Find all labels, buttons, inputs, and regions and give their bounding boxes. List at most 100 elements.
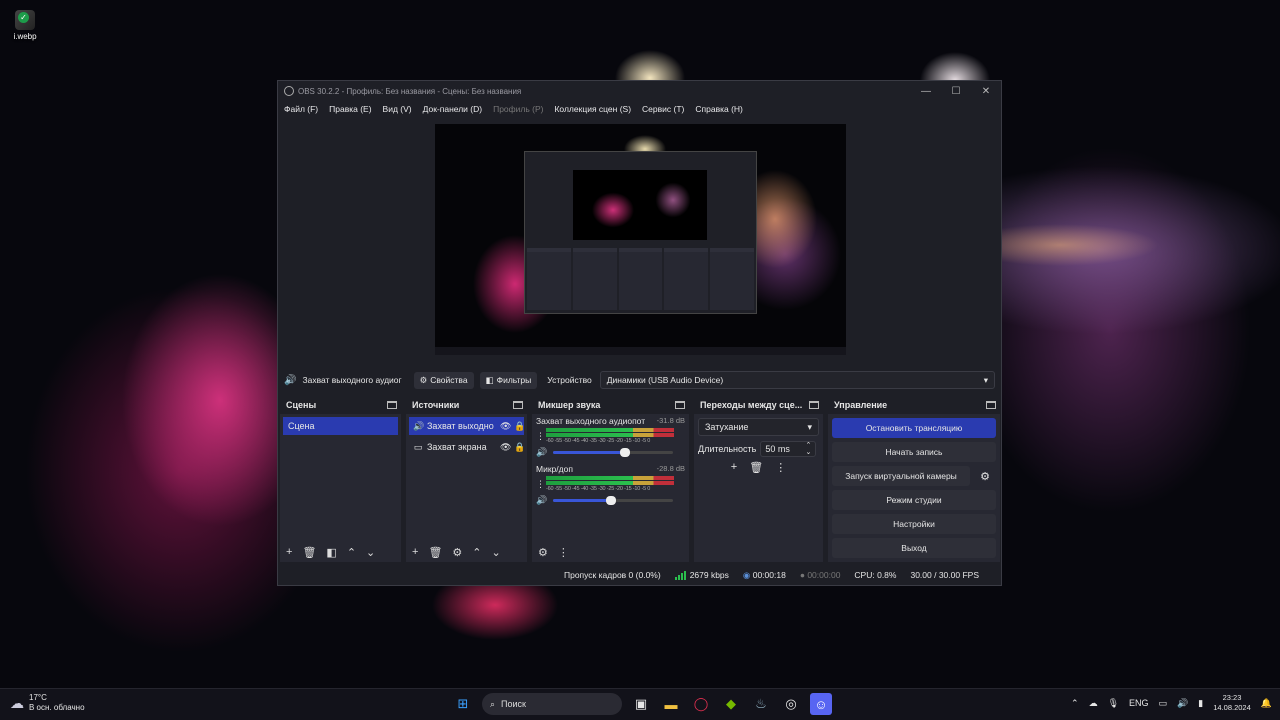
onedrive-icon[interactable]: ☁ <box>1089 698 1098 709</box>
source-item[interactable]: ▭ Захват экрана 👁 🔒 <box>409 438 525 456</box>
stream-time: 00:00:18 <box>752 569 786 580</box>
gear-icon[interactable]: ⚙ <box>538 546 548 559</box>
undock-icon[interactable] <box>809 401 819 409</box>
start-menu-icon[interactable]: ⊞ <box>452 693 474 715</box>
transitions-dock: Переходы между сце... Затухание ▾ Длител… <box>694 396 823 562</box>
desktop-file-icon[interactable]: i.webp <box>8 10 42 41</box>
trash-icon[interactable]: 🗑 <box>428 546 442 559</box>
speaker-icon[interactable]: 🔊 <box>536 447 547 458</box>
bitrate-value: 2679 kbps <box>689 569 729 580</box>
nvidia-icon[interactable]: ◆ <box>720 693 742 715</box>
settings-button[interactable]: Настройки <box>832 514 996 534</box>
minimize-icon[interactable]: — <box>911 86 941 97</box>
network-icon[interactable]: ▭ <box>1159 698 1168 709</box>
obs-icon[interactable]: ◎ <box>780 693 802 715</box>
menu-file[interactable]: Файл (F) <box>284 104 318 114</box>
title-bar[interactable]: OBS 30.2.2 - Профиль: Без названия - Сце… <box>278 81 1001 101</box>
language-indicator[interactable]: ENG <box>1129 698 1149 708</box>
controls-header: Управление <box>828 396 1000 414</box>
taskbar-search[interactable]: ⌕ Поиск <box>482 693 622 715</box>
spin-arrows-icon[interactable]: ⌃ ⌄ <box>805 442 811 456</box>
menu-tools[interactable]: Сервис (T) <box>642 104 684 114</box>
add-icon[interactable]: + <box>731 461 737 474</box>
trash-icon[interactable]: 🗑 <box>749 461 763 474</box>
system-tray: ⌃ ☁ 🎙 ENG ▭ 🔊 ▮ 23:23 14.08.2024 🔔 <box>1071 693 1272 713</box>
add-icon[interactable]: + <box>286 546 292 558</box>
kebab-menu-icon[interactable]: ⋮ <box>536 479 545 490</box>
undock-icon[interactable] <box>986 401 996 409</box>
lock-icon[interactable]: 🔒 <box>514 442 525 453</box>
arrow-down-icon[interactable]: ⌄ <box>366 546 375 559</box>
steam-icon[interactable]: ♨ <box>750 693 772 715</box>
file-explorer-icon[interactable]: ▬ <box>660 693 682 715</box>
window-title: OBS 30.2.2 - Профиль: Без названия - Сце… <box>298 86 522 96</box>
mixer-channel: Микр/доп -28.8 dB ⋮ -60 -55 -50 -45 -40 … <box>532 462 689 510</box>
trash-icon[interactable]: 🗑 <box>302 546 316 559</box>
scenes-title: Сцены <box>286 400 317 410</box>
menu-edit[interactable]: Правка (E) <box>329 104 371 114</box>
device-select[interactable]: Динамики (USB Audio Device) ▾ <box>599 371 995 389</box>
stop-stream-button[interactable]: Остановить трансляцию <box>832 418 996 438</box>
taskbar: ☁ 17°C В осн. облачно ⊞ ⌕ Поиск ▣ ▬ ◯ ◆ … <box>0 688 1280 720</box>
kebab-menu-icon[interactable]: ⋮ <box>558 546 569 559</box>
source-item[interactable]: 🔊 Захват выходно 👁 🔒 <box>409 417 525 435</box>
volume-slider[interactable] <box>553 448 674 457</box>
meter-scale: -60 -55 -50 -45 -40 -35 -30 -25 -20 -15 … <box>546 486 651 492</box>
kebab-menu-icon[interactable]: ⋮ <box>775 461 786 474</box>
speaker-icon[interactable]: 🔊 <box>536 495 547 506</box>
preview-canvas[interactable] <box>435 124 846 355</box>
undock-icon[interactable] <box>387 401 397 409</box>
chevron-down-icon: ▾ <box>807 421 812 432</box>
speaker-icon: 🔊 <box>413 420 425 431</box>
start-record-button[interactable]: Начать запись <box>832 442 996 462</box>
properties-button[interactable]: ⚙ Свойства <box>413 371 474 389</box>
menu-scene-collection[interactable]: Коллекция сцен (S) <box>554 104 631 114</box>
menu-view[interactable]: Вид (V) <box>383 104 412 114</box>
menu-help[interactable]: Справка (H) <box>695 104 743 114</box>
task-view-icon[interactable]: ▣ <box>630 693 652 715</box>
device-value: Динамики (USB Audio Device) <box>606 375 724 385</box>
undock-icon[interactable] <box>675 401 685 409</box>
weather-widget[interactable]: ☁ 17°C В осн. облачно <box>10 693 85 713</box>
arrow-up-icon[interactable]: ⌃ <box>472 546 481 559</box>
transition-select[interactable]: Затухание ▾ <box>698 418 819 436</box>
kebab-menu-icon[interactable]: ⋮ <box>536 431 545 442</box>
preview-recursive-obs <box>524 151 757 314</box>
scene-item[interactable]: Сцена <box>283 417 398 435</box>
filter-icon[interactable]: ◧ <box>326 546 336 559</box>
gear-icon[interactable]: ⚙ <box>452 546 462 559</box>
exit-button[interactable]: Выход <box>832 538 996 558</box>
notification-bell-icon[interactable]: 🔔 <box>1261 698 1272 709</box>
sources-dock: Источники 🔊 Захват выходно 👁 🔒 ▭ Захват … <box>406 396 527 562</box>
clock[interactable]: 23:23 14.08.2024 <box>1213 693 1251 713</box>
maximize-icon[interactable]: ☐ <box>941 86 971 97</box>
duration-spinbox[interactable]: 50 ms ⌃ ⌄ <box>760 441 817 457</box>
eye-icon[interactable]: 👁 <box>500 442 511 453</box>
menu-docks[interactable]: Док-панели (D) <box>423 104 482 114</box>
arrow-up-icon[interactable]: ⌃ <box>347 546 356 559</box>
menu-bar: Файл (F) Правка (E) Вид (V) Док-панели (… <box>278 101 1001 117</box>
gear-icon[interactable]: ⚙ <box>974 466 996 486</box>
studio-mode-button[interactable]: Режим студии <box>832 490 996 510</box>
microphone-icon[interactable]: 🎙 <box>1108 698 1119 709</box>
lock-icon[interactable]: 🔒 <box>514 421 525 432</box>
close-icon[interactable]: ✕ <box>971 86 1001 97</box>
discord-icon[interactable]: ☺ <box>810 693 832 715</box>
scenes-toolbar: + 🗑 ◧ ⌃ ⌄ <box>280 542 401 562</box>
menu-profile[interactable]: Профиль (P) <box>493 104 543 114</box>
arrow-down-icon[interactable]: ⌄ <box>492 546 501 559</box>
volume-slider[interactable] <box>553 496 674 505</box>
filters-button[interactable]: ◧ Фильтры <box>479 371 538 389</box>
add-icon[interactable]: + <box>412 546 418 558</box>
opera-icon[interactable]: ◯ <box>690 693 712 715</box>
volume-icon[interactable]: 🔊 <box>1177 698 1188 709</box>
scene-label: Сцена <box>288 421 315 431</box>
virtual-camera-button[interactable]: Запуск виртуальной камеры <box>832 466 970 486</box>
undock-icon[interactable] <box>513 401 523 409</box>
mixer-toolbar: ⚙ ⋮ <box>532 542 689 562</box>
battery-icon[interactable]: ▮ <box>1198 698 1203 709</box>
eye-icon[interactable]: 👁 <box>500 421 511 432</box>
transition-value: Затухание <box>705 422 749 432</box>
chevron-up-icon[interactable]: ⌃ <box>1071 698 1079 709</box>
obs-logo-icon <box>284 86 294 96</box>
